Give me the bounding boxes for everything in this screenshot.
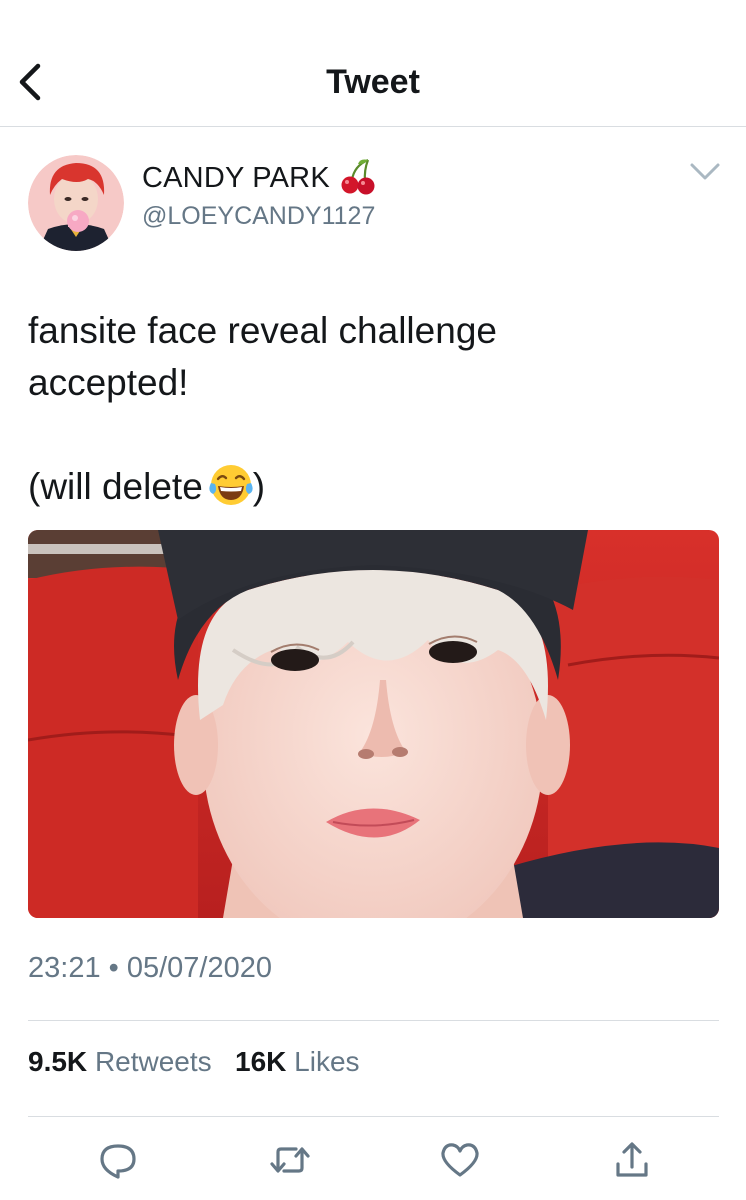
likes-count: 16K	[235, 1046, 287, 1077]
tweet-photo[interactable]	[28, 530, 719, 918]
tweet-text-line: (will delete )	[28, 461, 718, 513]
separator-dot: •	[108, 952, 119, 984]
likes-label: Likes	[294, 1046, 360, 1077]
tweet-text-fragment: )	[252, 466, 266, 507]
tweet-text-line: accepted!	[28, 362, 189, 403]
cherry-icon	[341, 158, 375, 195]
engagement-stats: 9.5K Retweets 16K Likes	[28, 1044, 360, 1080]
retweets-stat[interactable]: 9.5K Retweets	[28, 1046, 212, 1077]
laughing-tears-emoji-icon	[209, 465, 253, 505]
user-handle[interactable]: @LOEYCANDY1127	[142, 200, 375, 232]
display-name[interactable]: CANDY PARK	[142, 160, 330, 196]
likes-stat[interactable]: 16K Likes	[235, 1046, 360, 1077]
tweet-date: 05/07/2020	[126, 952, 273, 984]
reply-icon[interactable]	[96, 1140, 140, 1180]
divider	[28, 1116, 719, 1117]
heart-icon[interactable]	[438, 1140, 482, 1180]
page-title: Tweet	[326, 63, 420, 101]
retweet-icon[interactable]	[268, 1140, 312, 1180]
top-bar: Tweet	[0, 0, 746, 127]
chevron-down-icon[interactable]	[686, 158, 724, 186]
tweet-text: fansite face reveal challenge accepted! …	[28, 305, 718, 513]
tweet-timestamp: 23:21 • 05/07/2020	[28, 950, 272, 986]
tweet-text-fragment: (will delete	[28, 466, 203, 507]
tweet-time: 23:21	[28, 952, 101, 984]
divider	[28, 1020, 719, 1021]
retweets-count: 9.5K	[28, 1046, 88, 1077]
retweets-label: Retweets	[94, 1046, 212, 1077]
tweet-text-line: fansite face reveal challenge	[28, 310, 497, 351]
share-icon[interactable]	[610, 1140, 654, 1180]
avatar[interactable]	[28, 155, 124, 251]
